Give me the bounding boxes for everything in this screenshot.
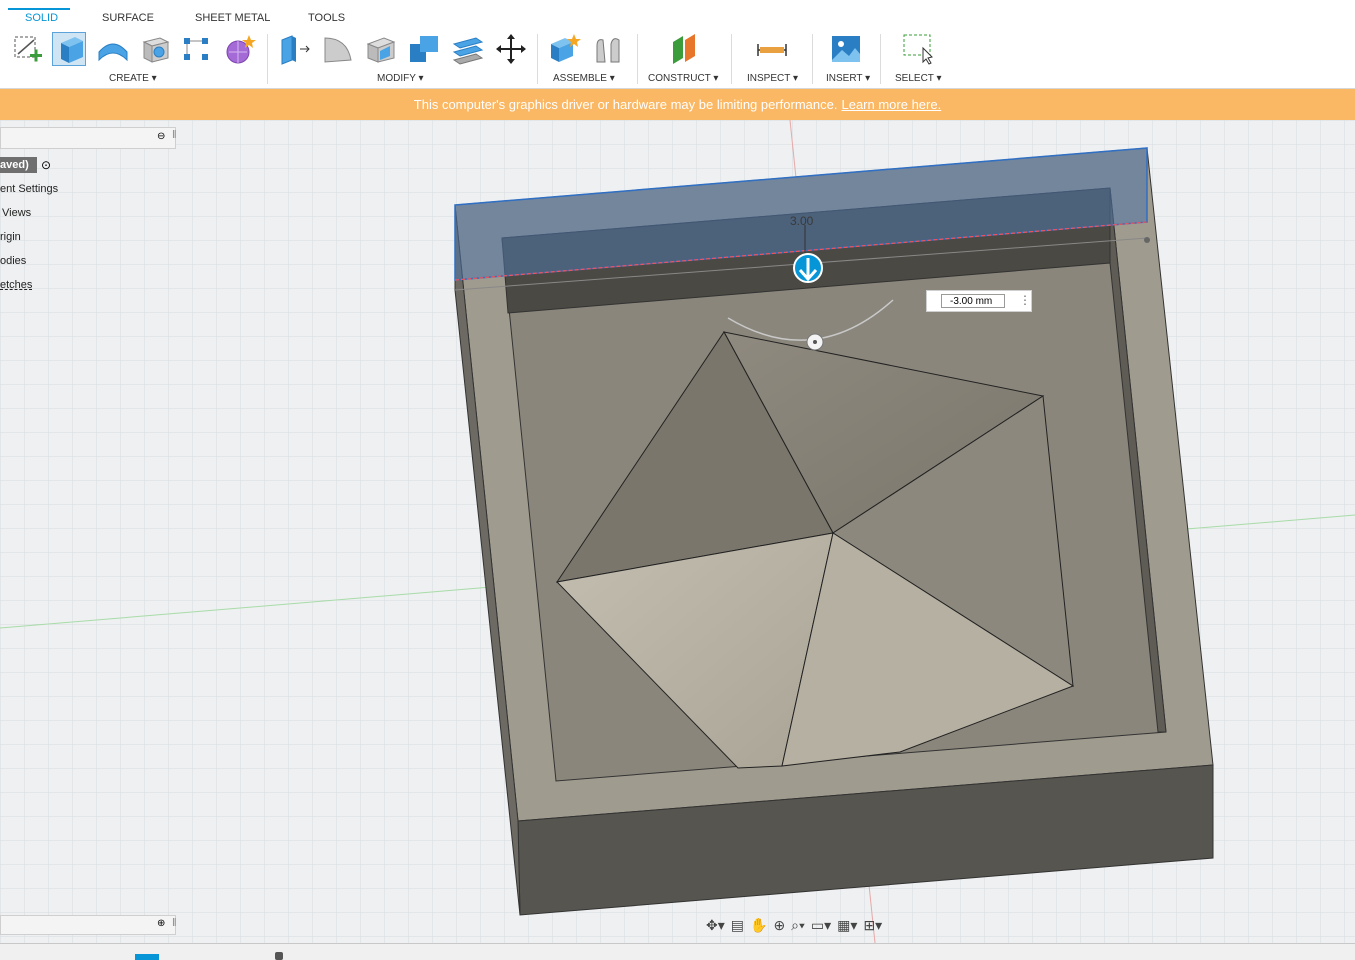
divider <box>267 34 268 84</box>
revolve-icon <box>98 43 128 62</box>
shell-button[interactable] <box>364 32 398 66</box>
fit-icon[interactable]: ⌕▾ <box>791 917 805 934</box>
tab-surface[interactable]: SURFACE <box>102 12 154 24</box>
measure-icon <box>757 44 787 56</box>
activate-radio-icon[interactable]: ⊙ <box>41 158 51 172</box>
viewports-icon[interactable]: ⊞▾ <box>863 917 882 934</box>
dimension-label: 3.00 <box>790 214 814 228</box>
display-settings-icon[interactable]: ▭▾ <box>811 917 831 934</box>
divider <box>731 34 732 84</box>
joint-icon <box>596 38 620 63</box>
divider <box>537 34 538 84</box>
learn-more-link[interactable]: Learn more here. <box>841 97 941 112</box>
performance-warning-banner: This computer's graphics driver or hardw… <box>0 89 1355 120</box>
sketch-button[interactable] <box>10 32 44 66</box>
move-icon <box>496 34 526 64</box>
revolve-button[interactable] <box>96 32 130 66</box>
collapse-icon[interactable]: ⊖ <box>157 131 165 142</box>
angle-handle[interactable] <box>806 333 824 351</box>
press-pull-icon <box>281 35 310 65</box>
distance-input-box: ⋮ <box>926 290 1032 312</box>
banner-text: This computer's graphics driver or hardw… <box>413 97 838 112</box>
insert-image-button[interactable] <box>829 32 863 66</box>
pattern-button[interactable] <box>180 32 214 66</box>
plane-icon <box>673 34 695 64</box>
measure-button[interactable] <box>755 32 789 66</box>
assemble-menu[interactable]: ASSEMBLE ▾ <box>553 73 615 84</box>
browser-item-sketches[interactable]: etches <box>0 279 32 291</box>
browser-item-settings[interactable]: ent Settings <box>0 183 58 195</box>
new-component-button[interactable] <box>547 32 581 66</box>
form-icon <box>226 35 256 64</box>
divider <box>880 34 881 84</box>
offset-face-button[interactable] <box>450 32 484 66</box>
grid-settings-icon[interactable]: ▦▾ <box>837 917 857 934</box>
drag-arrow-handle[interactable] <box>793 253 823 283</box>
browser-panel-header: ⊖ ‖ <box>0 127 177 149</box>
inspect-menu[interactable]: INSPECT ▾ <box>747 73 798 84</box>
comments-panel-header: ⊕ ‖ <box>0 915 177 935</box>
insert-menu[interactable]: INSERT ▾ <box>826 73 870 84</box>
create-menu[interactable]: CREATE ▾ <box>109 73 157 84</box>
tab-solid[interactable]: SOLID <box>25 12 58 24</box>
orbit-icon[interactable]: ✥▾ <box>706 917 725 934</box>
distance-input[interactable] <box>941 294 1005 308</box>
shell-icon <box>366 37 396 63</box>
document-label: aved) <box>0 159 29 171</box>
combine-button[interactable] <box>407 32 441 66</box>
status-bar <box>0 943 1355 960</box>
extrude-icon <box>61 37 83 63</box>
joint-button[interactable] <box>591 32 625 66</box>
panel-grip-icon[interactable]: ‖ <box>172 129 177 141</box>
browser-item-views[interactable]: Views <box>2 207 31 219</box>
navigation-bar: ✥▾ ▤ ✋ ⊕ ⌕▾ ▭▾ ▦▾ ⊞▾ <box>706 913 956 937</box>
new-component-icon <box>551 34 581 62</box>
select-icon <box>903 34 933 65</box>
select-menu[interactable]: SELECT ▾ <box>895 73 942 84</box>
document-node[interactable]: aved) <box>0 157 37 173</box>
expand-icon[interactable]: ⊕ <box>157 918 165 929</box>
fillet-button[interactable] <box>321 32 355 66</box>
pattern-icon <box>184 38 208 60</box>
create-form-button[interactable] <box>222 32 256 66</box>
sketch-icon <box>14 36 42 62</box>
fillet-icon <box>324 37 352 63</box>
divider <box>812 34 813 84</box>
browser-item-origin[interactable]: rigin <box>0 231 21 243</box>
browser-item-bodies[interactable]: odies <box>0 255 26 267</box>
offset-plane-button[interactable] <box>667 32 701 66</box>
more-options-icon[interactable]: ⋮ <box>1019 293 1031 307</box>
active-tab-indicator <box>8 8 70 10</box>
tab-tools[interactable]: TOOLS <box>308 12 345 24</box>
construct-menu[interactable]: CONSTRUCT ▾ <box>648 73 718 84</box>
zoom-icon[interactable]: ⊕ <box>773 917 785 934</box>
hole-button[interactable] <box>138 32 172 66</box>
divider <box>637 34 638 84</box>
edge-point <box>1144 237 1150 243</box>
select-button[interactable] <box>901 32 935 66</box>
modify-menu[interactable]: MODIFY ▾ <box>377 73 424 84</box>
combine-icon <box>410 36 438 62</box>
panel-grip-icon[interactable]: ‖ <box>172 917 177 929</box>
pan-icon[interactable]: ✋ <box>750 917 767 934</box>
3d-viewport[interactable]: 3.00 ⋮ <box>0 120 1355 943</box>
tab-sheet-metal[interactable]: SHEET METAL <box>195 12 270 24</box>
hole-icon <box>142 37 170 63</box>
timeline-marker[interactable] <box>135 954 159 960</box>
toolbar: SOLID SURFACE SHEET METAL TOOLS CREATE ▾… <box>0 0 1355 89</box>
extrude-button[interactable] <box>52 32 86 66</box>
model-canvas[interactable]: 3.00 <box>0 120 1355 943</box>
offset-icon <box>452 37 484 65</box>
press-pull-button[interactable] <box>278 32 312 66</box>
look-at-icon[interactable]: ▤ <box>731 917 744 934</box>
insert-image-icon <box>832 36 860 62</box>
move-copy-button[interactable] <box>494 32 528 66</box>
